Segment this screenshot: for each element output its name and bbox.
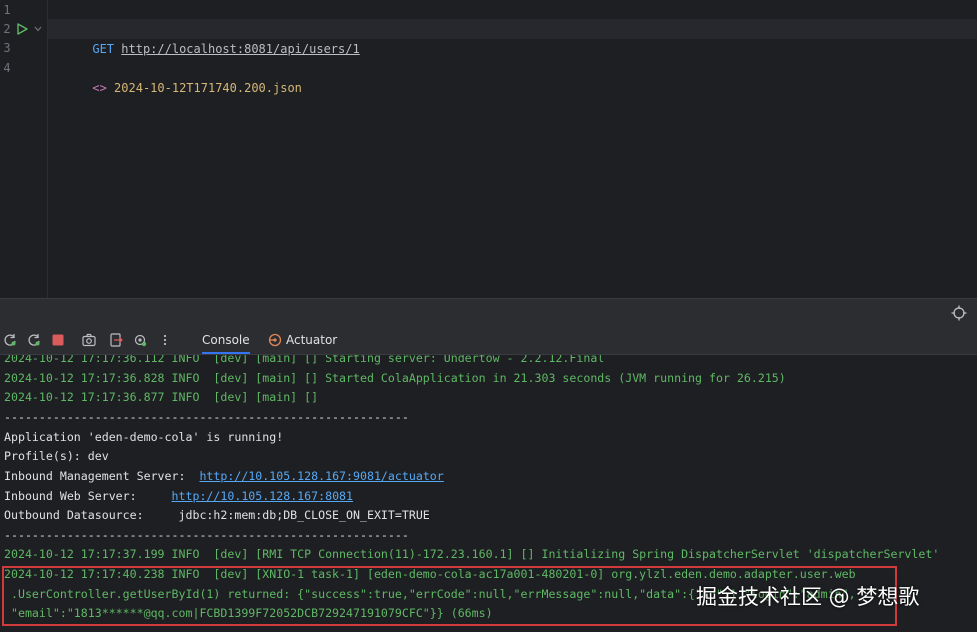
tab-console[interactable]: Console — [202, 327, 250, 354]
camera-icon[interactable] — [82, 333, 96, 347]
web-server-link[interactable]: http://10.105.128.167:8081 — [172, 489, 353, 503]
rerun-debug-icon[interactable] — [27, 333, 41, 347]
line-number: 2 — [3, 22, 11, 36]
log-separator: ----------------------------------------… — [4, 410, 409, 424]
crosshair-icon[interactable] — [951, 305, 967, 321]
chevron-down-icon[interactable] — [33, 24, 43, 34]
log-line: Profile(s): dev — [4, 449, 109, 463]
run-toolbar: Console Actuator — [0, 327, 977, 355]
line-number: 3 — [3, 41, 11, 55]
line-number-gutter: 1 2 3 4 — [0, 0, 48, 298]
web-server-label: Inbound Web Server: — [4, 489, 172, 503]
log-line: 2024-10-12 17:17:36.828 INFO [dev] [main… — [4, 371, 786, 385]
http-request-editor[interactable]: 1 2 3 4 ### GET http://localhost:8081/ap… — [0, 0, 977, 298]
line-number: 1 — [3, 3, 11, 17]
watermark: 掘金技术社区 @ 梦想歌 — [696, 585, 920, 609]
rerun-icon[interactable] — [3, 333, 17, 347]
line-number: 4 — [3, 61, 11, 75]
management-server-link[interactable]: http://10.105.128.167:9081/actuator — [199, 469, 443, 483]
log-line: Inbound Management Server: http://10.105… — [4, 467, 444, 486]
log-line: 2024-10-12 17:17:36.877 INFO [dev] [main… — [4, 390, 319, 404]
run-request-icon[interactable] — [16, 23, 28, 35]
stop-icon[interactable] — [51, 333, 65, 347]
console-output[interactable]: 2024-10-12 17:17:36.112 INFO [dev] [main… — [0, 355, 977, 632]
log-line: Application 'eden-demo-cola' is running! — [4, 430, 284, 444]
response-ref-prefix: <> — [92, 81, 107, 95]
log-line: 2024-10-12 17:17:36.112 INFO [dev] [main… — [4, 355, 605, 365]
exit-icon[interactable] — [109, 333, 123, 347]
code-line-1: ### — [48, 0, 977, 37]
code-line-4: <> 2024-10-12T171740.200.json — [48, 58, 977, 95]
log-line: 2024-10-12 17:17:37.199 INFO [dev] [RMI … — [4, 547, 940, 561]
management-server-label: Inbound Management Server: — [4, 469, 200, 483]
actuator-icon — [268, 333, 282, 347]
http-method: GET — [92, 42, 115, 56]
log-line: Inbound Web Server: http://10.105.128.16… — [4, 487, 353, 506]
log-separator: ----------------------------------------… — [4, 528, 409, 542]
settings-icon[interactable] — [133, 333, 147, 347]
code-line-2: GET http://localhost:8081/api/users/1 — [48, 19, 977, 56]
tab-actuator[interactable]: Actuator — [286, 327, 337, 354]
code-area[interactable]: ### GET http://localhost:8081/api/users/… — [48, 0, 977, 298]
panel-splitter[interactable] — [0, 298, 977, 327]
response-file-link[interactable]: 2024-10-12T171740.200.json — [114, 81, 302, 95]
more-options-icon[interactable] — [158, 333, 172, 347]
log-line: Outbound Datasource: jdbc:h2:mem:db;DB_C… — [4, 508, 430, 522]
request-url[interactable]: http://localhost:8081/api/users/1 — [121, 42, 359, 56]
